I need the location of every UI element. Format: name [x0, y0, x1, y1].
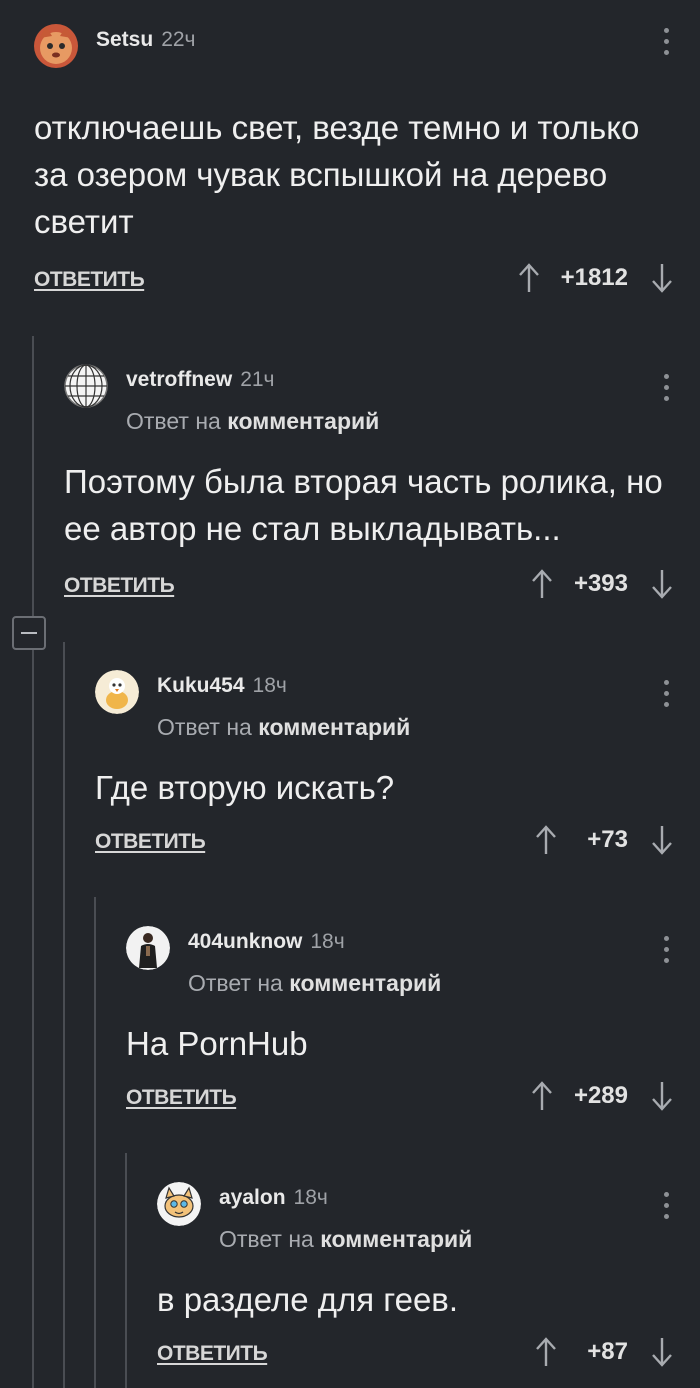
- comment-username[interactable]: vetroffnew 21ч: [126, 368, 275, 392]
- reply-button[interactable]: ОТВЕТИТЬ: [157, 1342, 268, 1366]
- reply-button[interactable]: ОТВЕТИТЬ: [95, 830, 206, 854]
- comment-username[interactable]: Kuku454 18ч: [157, 674, 287, 698]
- upvote-icon[interactable]: [530, 568, 554, 600]
- vote-controls: +87: [534, 1332, 674, 1372]
- comment-time: 21ч: [240, 368, 275, 391]
- globe-avatar[interactable]: [64, 364, 108, 408]
- reply-button[interactable]: ОТВЕТИТЬ: [34, 268, 145, 292]
- comment: 404unknow 18ч Ответ на комментарий На Por…: [126, 926, 700, 1126]
- comment-text: в разделе для геев.: [157, 1281, 458, 1318]
- comment-score: +87: [587, 1338, 628, 1365]
- comment: Kuku454 18ч Ответ на комментарий Где втор…: [95, 670, 700, 870]
- vote-controls: +1812: [517, 258, 674, 298]
- downvote-icon[interactable]: [650, 1080, 674, 1112]
- person-avatar[interactable]: [126, 926, 170, 970]
- upvote-icon[interactable]: [530, 1080, 554, 1112]
- comment-time: 22ч: [161, 28, 196, 51]
- comment: ayalon 18ч Ответ на комментарий в разделе…: [157, 1182, 700, 1382]
- upvote-icon[interactable]: [534, 1336, 558, 1368]
- reply-to-prefix: Ответ на: [188, 970, 290, 996]
- comment-score: +393: [573, 570, 628, 597]
- comment-text: отключаешь свет, везде темно и только за…: [34, 109, 640, 240]
- comment-score: +73: [587, 826, 628, 853]
- upvote-icon[interactable]: [534, 824, 558, 856]
- username-text[interactable]: Setsu: [96, 28, 153, 51]
- reply-button[interactable]: ОТВЕТИТЬ: [126, 1086, 237, 1110]
- cat-avatar[interactable]: [34, 24, 78, 68]
- comment-time: 18ч: [252, 674, 287, 697]
- reply-to-label: Ответ на комментарий: [157, 714, 410, 741]
- comment-username[interactable]: 404unknow 18ч: [188, 930, 345, 954]
- comment: Setsu 22ч отключаешь свет, везде темно и …: [34, 24, 700, 314]
- more-options-icon[interactable]: [662, 28, 670, 64]
- vote-controls: +73: [534, 820, 674, 860]
- comment: vetroffnew 21ч Ответ на комментарий Поэто…: [64, 364, 700, 614]
- downvote-icon[interactable]: [650, 568, 674, 600]
- comments-page: Setsu 22ч отключаешь свет, везде темно и …: [0, 0, 700, 1388]
- more-options-icon[interactable]: [662, 936, 670, 972]
- thread-line[interactable]: [63, 642, 65, 1388]
- reply-to-link[interactable]: комментарий: [227, 408, 379, 434]
- downvote-icon[interactable]: [650, 1336, 674, 1368]
- reply-to-label: Ответ на комментарий: [126, 408, 379, 435]
- more-options-icon[interactable]: [662, 374, 670, 410]
- vote-controls: +289: [530, 1076, 674, 1116]
- username-text[interactable]: 404unknow: [188, 930, 302, 953]
- comment-text: Поэтому была вторая часть ролика, но ее …: [64, 463, 663, 547]
- reply-to-link[interactable]: комментарий: [258, 714, 410, 740]
- downvote-icon[interactable]: [650, 262, 674, 294]
- cartoon-cat-avatar[interactable]: [157, 1182, 201, 1226]
- reply-button[interactable]: ОТВЕТИТЬ: [64, 574, 175, 598]
- vote-controls: +393: [530, 564, 674, 604]
- reply-to-link[interactable]: комментарий: [289, 970, 441, 996]
- comment-username[interactable]: ayalon 18ч: [219, 1186, 328, 1210]
- comment-text: Где вторую искать?: [95, 769, 395, 806]
- downvote-icon[interactable]: [650, 824, 674, 856]
- comment-time: 18ч: [310, 930, 345, 953]
- reply-to-link[interactable]: комментарий: [320, 1226, 472, 1252]
- username-text[interactable]: ayalon: [219, 1186, 286, 1209]
- more-options-icon[interactable]: [662, 1192, 670, 1228]
- more-options-icon[interactable]: [662, 680, 670, 716]
- reply-to-prefix: Ответ на: [219, 1226, 321, 1252]
- reply-to-prefix: Ответ на: [157, 714, 259, 740]
- bird-avatar[interactable]: [95, 670, 139, 714]
- upvote-icon[interactable]: [517, 262, 541, 294]
- comment-score: +289: [573, 1082, 628, 1109]
- reply-to-label: Ответ на комментарий: [219, 1226, 472, 1253]
- comment-username[interactable]: Setsu 22ч: [96, 28, 196, 52]
- comment-text: На PornHub: [126, 1025, 308, 1062]
- comment-score: +1812: [560, 264, 628, 291]
- thread-line[interactable]: [125, 1153, 127, 1388]
- username-text[interactable]: vetroffnew: [126, 368, 232, 391]
- reply-to-label: Ответ на комментарий: [188, 970, 441, 997]
- collapse-thread-button[interactable]: [12, 616, 46, 650]
- thread-line[interactable]: [32, 336, 34, 1388]
- comment-time: 18ч: [293, 1186, 328, 1209]
- thread-line[interactable]: [94, 897, 96, 1388]
- username-text[interactable]: Kuku454: [157, 674, 245, 697]
- reply-to-prefix: Ответ на: [126, 408, 228, 434]
